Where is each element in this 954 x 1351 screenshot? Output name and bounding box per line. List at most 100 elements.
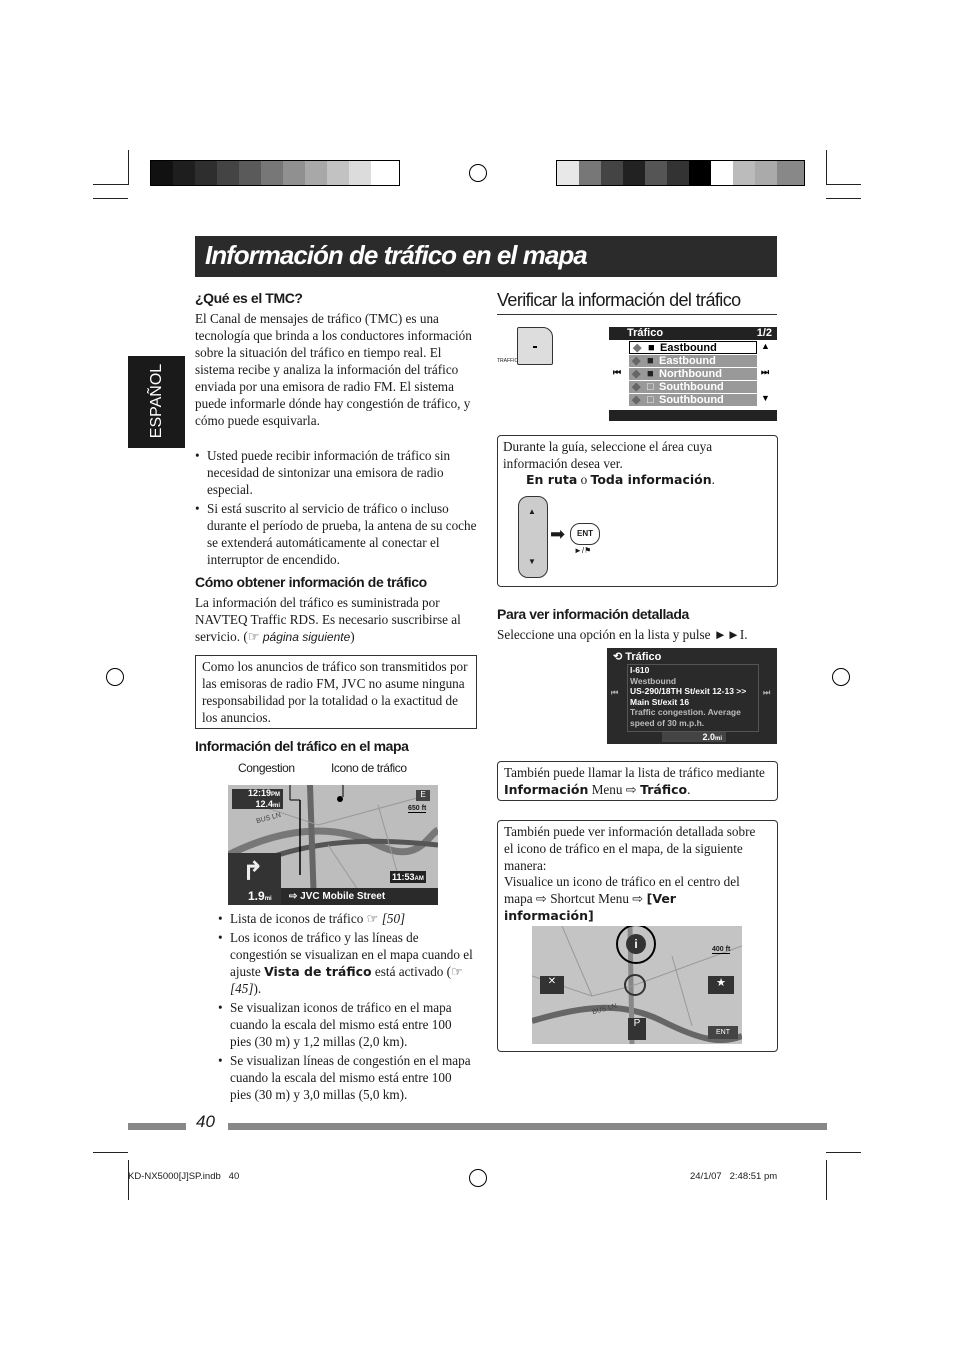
manual-page: Información de tráfico en el mapa ESPAÑO… (0, 0, 954, 1351)
footer-file: KD-NX5000[J]SP.indb 40 (128, 1171, 240, 1182)
info-icon[interactable]: i (626, 934, 646, 954)
ent-button[interactable]: ENT (708, 1026, 738, 1039)
tmc-text: El Canal de mensajes de tráfico (TMC) es… (195, 311, 472, 428)
registration-mark-icon (832, 668, 850, 686)
shortcut-map-screenshot: i 400 ft ✕ ★ BUS LN P ENT (532, 926, 742, 1044)
page-ref-link[interactable]: [50] (382, 911, 405, 926)
parking-icon[interactable]: P (628, 1018, 646, 1040)
screen-title: Tráfico (627, 327, 664, 339)
bullet-item: Los iconos de tráfico y las líneas de co… (218, 929, 476, 997)
arrow-right-icon: ➡ (550, 524, 566, 544)
page-ref-link[interactable]: [45] (230, 981, 253, 996)
page-title: Información de tráfico en el mapa (205, 240, 588, 270)
obtain-close: ) (350, 629, 355, 644)
scroll-down-icon[interactable]: ▼ (761, 393, 770, 403)
bullet-item: Usted puede recibir información de tráfi… (195, 447, 477, 498)
eta-panel: 12:19PM 12.4mi (232, 789, 283, 809)
heading-rule (497, 314, 777, 315)
clock: 11:53AM (390, 871, 426, 883)
navigation-map-screenshot: 12:19PM 12.4mi E 650 ft BUS LN 11:53AM ↱ … (228, 785, 438, 905)
map-cursor-icon (624, 974, 646, 996)
language-tab: ESPAÑOL (128, 356, 185, 448)
scroll-up-icon[interactable]: ▲ (761, 341, 770, 351)
map-scale: 650 ft (408, 805, 427, 813)
page-indicator: 1/2 (756, 327, 772, 339)
detail-heading: Para ver información detallada (497, 606, 689, 622)
crop-mark (128, 150, 129, 185)
turn-arrow-panel: ↱ 1.9mi (228, 853, 281, 905)
page-number: 40 (196, 1112, 215, 1131)
footer-timestamp: 24/1/07 2:48:51 pm (690, 1171, 778, 1182)
note-steps: Visualice un icono de tráfico en el cent… (504, 874, 740, 923)
traffic-icon-label: Icono de tráfico (331, 761, 407, 775)
distance-readout: 2.0mi (662, 732, 726, 742)
crop-mark (93, 198, 128, 199)
registration-mark-icon (469, 164, 487, 182)
traffic-detail-text: I-610 Westbound US-290/18TH St/exit 12-13 … (627, 664, 759, 732)
dial-down-icon: ▼ (528, 557, 536, 566)
previous-icon[interactable]: ⏮ (611, 688, 618, 698)
registration-mark-icon (106, 668, 124, 686)
crop-mark (93, 1152, 128, 1153)
screen-title: ⟲ Tráfico (613, 651, 662, 663)
note-box-shortcut: También puede ver información detallada … (497, 820, 778, 1052)
obtain-text: La información del tráfico es suministra… (195, 594, 477, 646)
dial-up-icon: ▲ (528, 507, 536, 516)
scroll-dial[interactable]: ▲ ▼ (518, 496, 548, 578)
traffic-button[interactable] (517, 327, 553, 365)
next-icon[interactable]: ⏭ (761, 367, 769, 378)
traffic-list-item[interactable]: ◆ ■ Eastbound (629, 355, 757, 367)
hand-pointing-icon: ☞ (247, 629, 263, 644)
traffic-list-screen: Tráfico 1/2 ◆ ■ Eastbound ◆ ■ Eastbound ◆ ■ No… (609, 327, 777, 421)
congestion-label: Congestion (238, 761, 295, 775)
language-tab-label: ESPAÑOL (148, 363, 165, 439)
traffic-list-item[interactable]: ◆ ■ Northbound (629, 368, 757, 380)
crop-mark (826, 150, 827, 185)
traffic-list-item[interactable]: ◆ □ Southbound (629, 381, 757, 393)
turn-right-arrow-icon: ↱ (242, 857, 264, 887)
registration-mark-icon (469, 1169, 487, 1187)
map-heading: Información del tráfico en el mapa (195, 738, 409, 754)
favorite-star-icon[interactable]: ★ (708, 976, 734, 994)
tmc-heading: ¿Qué es el TMC? (195, 290, 303, 306)
traffic-list-item[interactable]: ◆ ■ Eastbound (629, 341, 757, 354)
traffic-list-item[interactable]: ◆ □ Southbound (629, 394, 757, 406)
color-calibration-bar-right (556, 160, 805, 186)
color-calibration-bar-left (150, 160, 400, 186)
previous-icon[interactable]: ⏮ (613, 367, 621, 378)
option-en-ruta: En ruta (526, 472, 578, 487)
step-options: En ruta o Toda información. (526, 472, 715, 487)
step-text: Durante la guía, seleccione el área cuya… (503, 439, 713, 471)
traffic-detail-screen: ⟲ Tráfico I-610 Westbound US-290/18TH St/e… (607, 648, 777, 744)
bullet-item: Si está suscrito al servicio de tráfico … (195, 500, 477, 568)
crop-mark (826, 198, 861, 199)
crop-mark (826, 1152, 861, 1153)
ent-button-sub: ►/⚑ (574, 546, 592, 555)
tmc-bullets: Usted puede recibir información de tráfi… (195, 447, 477, 570)
note-text: También puede ver información detallada … (504, 824, 756, 873)
title-bar: Información de tráfico en el mapa (195, 236, 777, 277)
disclaimer-box: Como los anuncios de tráfico son transmi… (195, 655, 477, 729)
crop-mark (93, 184, 128, 185)
next-street-bar: ⇨ JVC Mobile Street (281, 888, 438, 905)
note-box-menu: También puede llamar la lista de tráfico… (497, 761, 778, 801)
compass-icon: E (416, 790, 430, 801)
crop-mark (826, 184, 861, 185)
next-page-link[interactable]: página siguiente (263, 630, 350, 644)
map-bullets: Lista de iconos de tráfico ☞ [50] Los ic… (218, 910, 476, 1105)
crop-mark (826, 1160, 827, 1200)
bullet-item: Se visualizan líneas de congestión en el… (218, 1052, 476, 1103)
turn-distance: 1.9mi (248, 889, 272, 903)
obtain-heading: Cómo obtener información de tráfico (195, 574, 427, 590)
map-scale: 400 ft (712, 946, 731, 954)
traffic-button-label: TRAFFIC (497, 358, 519, 364)
detail-text: Seleccione una opción en la lista y puls… (497, 627, 748, 642)
next-icon[interactable]: ⏭ (763, 688, 770, 698)
bullet-item: Se visualizan iconos de tráfico en el ma… (218, 999, 476, 1050)
section-heading: Verificar la información del tráfico (497, 290, 741, 310)
ent-button[interactable]: ENT (570, 523, 600, 545)
option-toda-informacion: Toda información (590, 472, 712, 487)
page-bar-left (128, 1123, 186, 1130)
bullet-item: Lista de iconos de tráfico ☞ [50] (218, 910, 476, 927)
avoid-icon[interactable]: ✕ (540, 976, 564, 994)
